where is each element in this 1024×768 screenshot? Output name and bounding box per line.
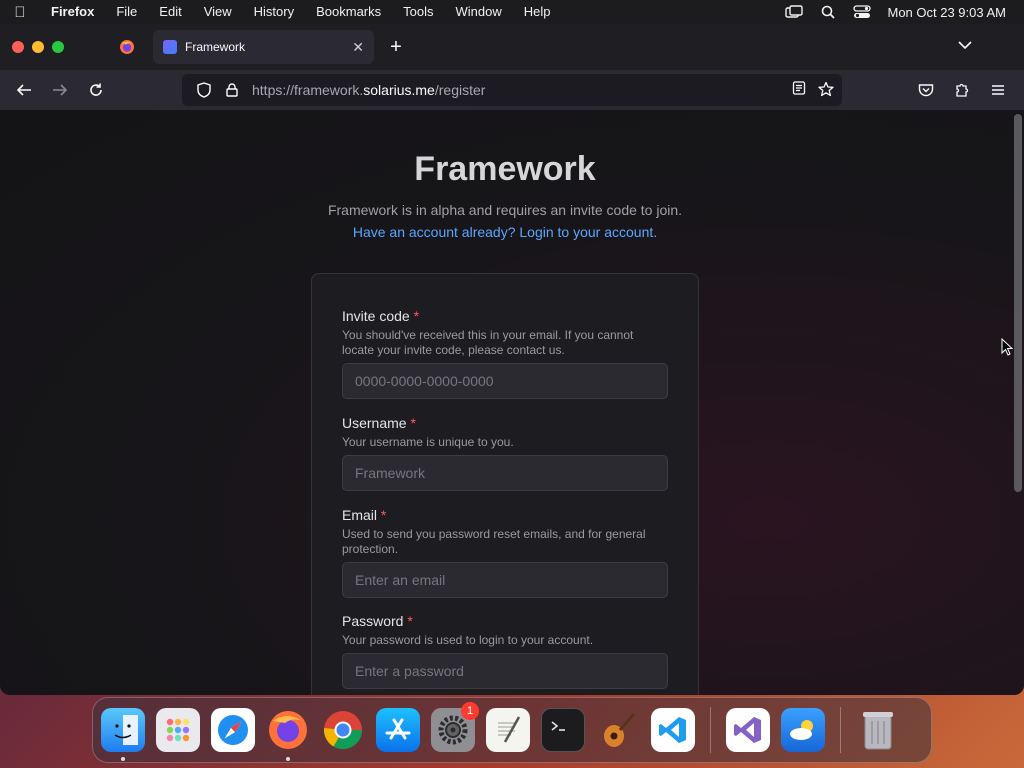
finder-icon[interactable]	[101, 708, 145, 761]
pinned-tab-firefox[interactable]	[104, 24, 150, 70]
password-input[interactable]	[342, 653, 668, 689]
textedit-icon[interactable]	[486, 708, 530, 752]
invite-code-help: You should've received this in your emai…	[342, 328, 634, 357]
password-field: Password * Your password is used to logi…	[342, 613, 668, 689]
dock-separator	[840, 707, 841, 753]
register-form-card: Invite code * You should've received thi…	[311, 273, 699, 695]
reader-view-icon[interactable]	[792, 80, 806, 100]
close-tab-icon[interactable]: ✕	[352, 39, 364, 56]
menu-file[interactable]: File	[105, 0, 148, 24]
tracking-protection-shield-icon[interactable]	[190, 82, 218, 98]
close-window-button[interactable]	[12, 41, 24, 53]
required-asterisk: *	[407, 613, 413, 629]
lock-icon[interactable]	[218, 83, 246, 97]
framework-favicon-icon	[163, 40, 177, 54]
weather-icon[interactable]	[781, 708, 825, 752]
mouse-cursor-icon	[1001, 337, 1014, 361]
list-all-tabs-chevron-down-icon[interactable]	[958, 37, 972, 55]
email-input[interactable]	[342, 562, 668, 598]
notification-badge: 1	[461, 702, 479, 720]
menu-help[interactable]: Help	[513, 0, 562, 24]
vscode-icon[interactable]	[651, 708, 695, 752]
invite-code-field: Invite code * You should've received thi…	[342, 308, 668, 399]
apple-icon[interactable]: 	[0, 4, 40, 21]
menu-bookmarks[interactable]: Bookmarks	[305, 0, 392, 24]
url-host: solarius.me	[363, 82, 435, 98]
running-indicator	[121, 757, 125, 761]
menu-clock[interactable]: Mon Oct 23 9:03 AM	[879, 5, 1024, 20]
dock: 1	[92, 697, 932, 763]
menu-app-name[interactable]: Firefox	[40, 0, 105, 24]
menu-history[interactable]: History	[243, 0, 305, 24]
minimize-window-button[interactable]	[32, 41, 44, 53]
menu-edit[interactable]: Edit	[148, 0, 192, 24]
email-label-text: Email	[342, 507, 378, 523]
back-arrow-icon[interactable]	[6, 74, 42, 106]
app-store-icon[interactable]	[376, 708, 420, 752]
tab-framework[interactable]: Framework ✕	[153, 30, 374, 64]
maximize-window-button[interactable]	[52, 41, 64, 53]
visual-studio-icon[interactable]	[726, 708, 770, 752]
bookmark-star-icon[interactable]	[818, 81, 834, 100]
menu-tools[interactable]: Tools	[392, 0, 444, 24]
email-label: Email *	[342, 507, 668, 523]
username-help: Your username is unique to you.	[342, 435, 514, 449]
username-field: Username * Your username is unique to yo…	[342, 415, 668, 491]
menu-bar:  Firefox File Edit View History Bookmar…	[0, 0, 1024, 24]
system-settings-gear-icon[interactable]: 1	[431, 702, 479, 752]
username-label-text: Username	[342, 415, 407, 431]
invite-code-input[interactable]	[342, 363, 668, 399]
navigation-toolbar: https://framework.solarius.me/register	[0, 70, 1024, 110]
new-tab-button[interactable]: +	[386, 34, 406, 60]
url-bar[interactable]: https://framework.solarius.me/register	[182, 74, 842, 106]
menu-window[interactable]: Window	[445, 0, 513, 24]
username-label: Username *	[342, 415, 668, 431]
pocket-icon[interactable]	[908, 74, 944, 106]
email-help: Used to send you password reset emails, …	[342, 527, 646, 556]
page-title: Framework	[414, 150, 596, 188]
password-label-text: Password	[342, 613, 404, 629]
invite-code-label: Invite code *	[342, 308, 668, 324]
firefox-icon	[120, 40, 134, 54]
password-label: Password *	[342, 613, 668, 629]
safari-icon[interactable]	[211, 708, 255, 752]
control-center-icon[interactable]	[845, 5, 879, 19]
dock-separator	[710, 707, 711, 753]
username-input[interactable]	[342, 455, 668, 491]
tab-title: Framework	[185, 40, 246, 54]
login-link[interactable]: Have an account already? Login to your a…	[0, 224, 1010, 240]
garageband-guitar-icon[interactable]	[596, 708, 640, 752]
page-subtitle: Framework is in alpha and requires an in…	[327, 202, 683, 218]
firefox-dock-icon[interactable]	[266, 708, 310, 761]
url-text: https://framework.solarius.me/register	[252, 82, 485, 98]
running-indicator	[286, 757, 290, 761]
screen-mirroring-icon[interactable]	[777, 5, 811, 19]
password-help: Your password is used to login to your a…	[342, 633, 594, 647]
window-controls	[0, 41, 104, 53]
required-asterisk: *	[413, 308, 420, 324]
trash-icon[interactable]	[856, 708, 900, 752]
spotlight-search-icon[interactable]	[811, 5, 845, 19]
page-scrollbar[interactable]	[1014, 114, 1022, 492]
email-field: Email * Used to send you password reset …	[342, 507, 668, 598]
url-prefix: https://framework.	[252, 82, 364, 98]
url-path: /register	[434, 82, 486, 98]
forward-arrow-icon[interactable]	[42, 74, 78, 106]
required-asterisk: *	[410, 415, 416, 431]
required-asterisk: *	[380, 507, 387, 523]
invite-code-label-text: Invite code	[342, 308, 410, 324]
extensions-puzzle-icon[interactable]	[944, 74, 980, 106]
menu-view[interactable]: View	[193, 0, 243, 24]
tab-bar: Framework ✕ +	[0, 24, 1024, 70]
launchpad-icon[interactable]	[156, 708, 200, 752]
reload-icon[interactable]	[78, 74, 114, 106]
chrome-icon[interactable]	[321, 708, 365, 752]
page-content: Framework Framework is in alpha and requ…	[0, 110, 1024, 695]
browser-window: Framework ✕ + https://framework.solarius…	[0, 24, 1024, 695]
terminal-icon[interactable]	[541, 708, 585, 752]
hamburger-menu-icon[interactable]	[980, 74, 1016, 106]
